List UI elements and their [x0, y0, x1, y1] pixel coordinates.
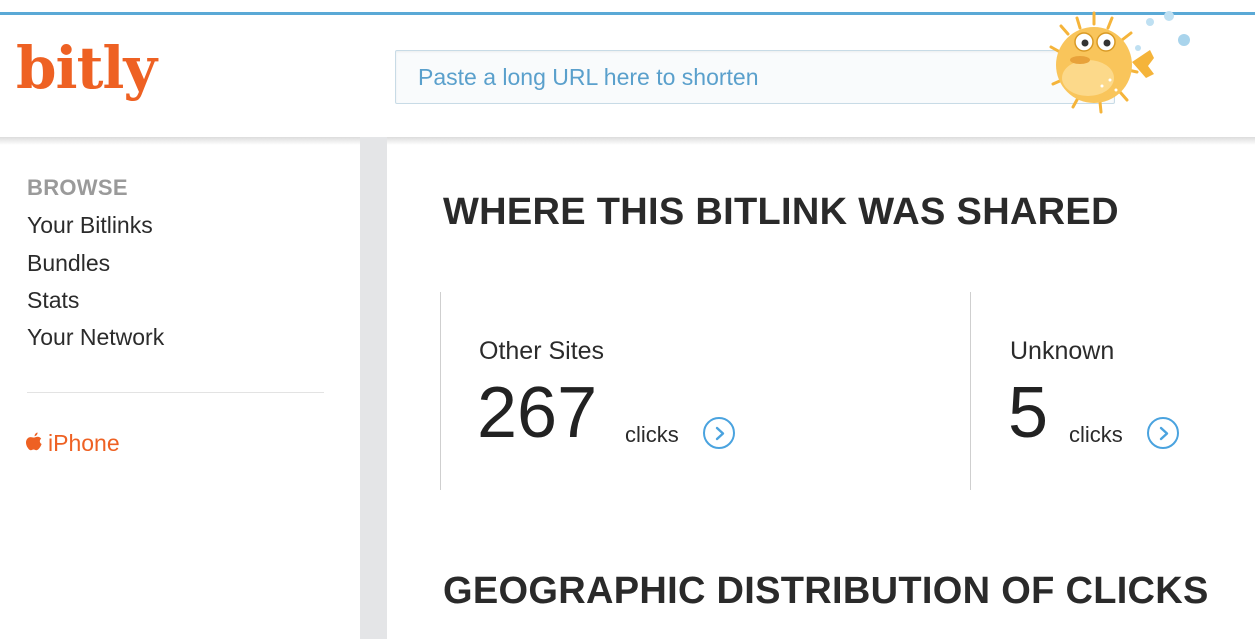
url-shorten-input[interactable]: [395, 50, 1115, 104]
iphone-label: iPhone: [48, 430, 120, 456]
sidebar-divider: [27, 392, 324, 393]
stat-divider: [970, 292, 971, 490]
bitly-logo[interactable]: bitly: [16, 39, 157, 97]
apple-icon: [26, 432, 42, 451]
stat-value-unknown: 5: [1008, 373, 1049, 453]
sidebar-item-your-bitlinks[interactable]: Your Bitlinks: [27, 212, 153, 239]
bitly-page: bitly BR: [0, 0, 1255, 639]
sidebar-item-bundles[interactable]: Bundles: [27, 250, 110, 277]
stat-unit: clicks: [625, 422, 679, 447]
iphone-app-link[interactable]: iPhone: [25, 430, 120, 457]
chevron-right-circle-icon: [1159, 426, 1169, 441]
sidebar-item-your-network[interactable]: Your Network: [27, 324, 164, 351]
pufferfish-mascot-icon: [1049, 11, 1190, 114]
chevron-right-circle-icon: [715, 426, 725, 441]
sidebar: BROWSE Your Bitlinks Bundles Stats Your …: [0, 145, 360, 639]
browse-heading: BROWSE: [27, 175, 128, 200]
other-sites-details-button[interactable]: [703, 417, 735, 449]
stat-divider: [440, 292, 441, 490]
stat-label-unknown: Unknown: [1010, 337, 1115, 365]
unknown-details-button[interactable]: [1147, 417, 1179, 449]
stat-unit: clicks: [1069, 422, 1123, 447]
main-content: WHERE THIS BITLINK WAS SHARED Other Site…: [387, 145, 1255, 639]
geo-section-title: GEOGRAPHIC DISTRIBUTION OF CLICKS: [443, 570, 1209, 612]
sidebar-gutter: [360, 137, 387, 639]
shared-section-title: WHERE THIS BITLINK WAS SHARED: [443, 191, 1119, 233]
stat-value-other-sites: 267: [477, 373, 598, 453]
sidebar-item-stats[interactable]: Stats: [27, 287, 79, 314]
stat-label-other-sites: Other Sites: [479, 337, 605, 365]
header-shadow: [0, 137, 1255, 145]
